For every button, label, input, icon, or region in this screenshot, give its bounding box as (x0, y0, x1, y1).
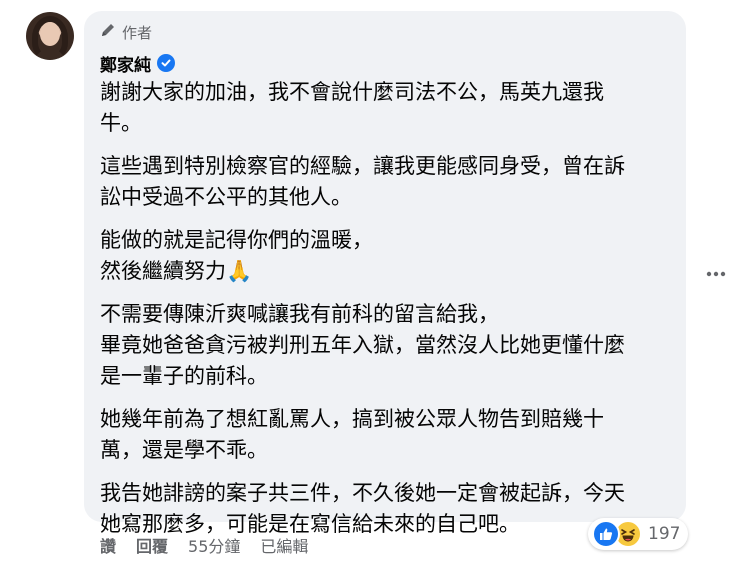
reply-button[interactable]: 回覆 (136, 533, 168, 557)
comment-line: 這些遇到特別檢察官的經驗，讓我更能感同身受，曾在訴 (100, 154, 625, 178)
comment-paragraph: 這些遇到特別檢察官的經驗，讓我更能感同身受，曾在訴 訟中受過不公平的其他人。 (100, 151, 672, 213)
like-icon (592, 520, 620, 548)
comment-line: 訟中受過不公平的其他人。 (100, 185, 352, 209)
comment-paragraph: 能做的就是記得你們的溫暖， 然後繼續努力🙏 (100, 225, 672, 287)
author-name-row: 鄭家純 (100, 51, 175, 76)
author-avatar[interactable] (26, 12, 74, 60)
like-button[interactable]: 讚 (100, 533, 116, 557)
comment-body: 謝謝大家的加油，我不會說什麼司法不公，馬英九還我 牛。 這些遇到特別檢察官的經驗，讓… (100, 77, 672, 552)
comment-line: 牛。 (100, 111, 142, 135)
avatar-face (40, 22, 60, 46)
comment-actions: 讚 回覆 55分鐘 已編輯 (100, 533, 328, 557)
comment-line: 是一輩子的前科。 (100, 364, 268, 388)
author-name[interactable]: 鄭家純 (100, 51, 151, 76)
author-badge-row: 作者 (100, 22, 152, 42)
comment-line: 謝謝大家的加油，我不會說什麼司法不公，馬英九還我 (100, 80, 604, 104)
comment-paragraph: 她幾年前為了想紅亂罵人，搞到被公眾人物告到賠幾十 萬，還是學不乖。 (100, 404, 672, 466)
comment-line: 萬，還是學不乖。 (100, 438, 268, 462)
comment-paragraph: 我告她誹謗的案子共三件，不久後她一定會被起訴，今天 她寫那麼多，可能是在寫信給未來… (100, 478, 672, 540)
comment-paragraph: 謝謝大家的加油，我不會說什麼司法不公，馬英九還我 牛。 (100, 77, 672, 139)
more-options-icon[interactable] (704, 262, 728, 286)
reaction-summary[interactable]: 197 (588, 518, 688, 550)
edited-label[interactable]: 已編輯 (260, 533, 308, 557)
comment-line: 能做的就是記得你們的溫暖， (100, 228, 373, 252)
verified-badge-icon (157, 54, 175, 72)
comment-line: 我告她誹謗的案子共三件，不久後她一定會被起訴，今天 (100, 481, 625, 505)
pencil-icon (100, 22, 116, 42)
comment-line: 畢竟她爸爸貪污被判刑五年入獄，當然沒人比她更懂什麼 (100, 333, 625, 357)
comment-bubble: 作者 鄭家純 謝謝大家的加油，我不會說什麼司法不公，馬英九還我 牛。 這些遇到特別檢… (84, 11, 686, 536)
comment-line: 不需要傳陳沂爽喊讓我有前科的留言給我， (100, 302, 499, 326)
comment-line: 然後繼續努力🙏 (100, 259, 253, 283)
comment-timestamp[interactable]: 55分鐘 (188, 533, 240, 557)
author-badge-label: 作者 (122, 23, 153, 42)
reaction-count: 197 (648, 524, 681, 544)
comment-paragraph: 不需要傳陳沂爽喊讓我有前科的留言給我， 畢竟她爸爸貪污被判刑五年入獄，當然沒人比她… (100, 299, 672, 392)
comment-line: 她幾年前為了想紅亂罵人，搞到被公眾人物告到賠幾十 (100, 407, 604, 431)
